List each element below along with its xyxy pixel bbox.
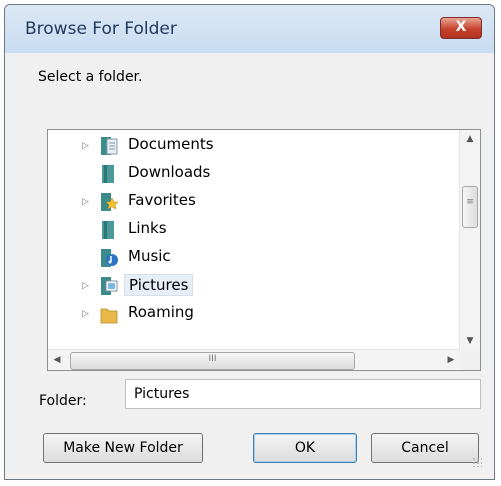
scroll-right-arrow-icon[interactable]: ▶ — [442, 350, 460, 370]
tree-item-label: Roaming — [128, 303, 194, 321]
music-folder-icon — [100, 248, 118, 268]
tree-item-label: Links — [128, 219, 167, 237]
tree-item-music[interactable]: Music — [48, 244, 460, 272]
title-bar[interactable]: Browse For Folder X — [5, 5, 494, 53]
close-icon: X — [455, 19, 467, 35]
dialog-prompt: Select a folder. — [38, 69, 143, 85]
scroll-left-arrow-icon[interactable]: ◀ — [48, 350, 66, 370]
favorites-folder-icon — [100, 192, 119, 212]
documents-folder-icon — [100, 136, 118, 156]
vertical-scrollbar[interactable]: ▲ ≡ ▼ — [459, 130, 480, 350]
vertical-scroll-thumb[interactable]: ≡ — [462, 186, 478, 228]
browse-for-folder-dialog: Browse For Folder X Select a folder. ▷ Do… — [4, 4, 495, 480]
tree-item-links[interactable]: Links — [48, 216, 460, 244]
resize-grip-icon[interactable] — [472, 457, 482, 467]
tree-item-roaming[interactable]: ▷ Roaming — [48, 300, 460, 328]
horizontal-scrollbar[interactable]: ◀ III ▶ — [48, 349, 460, 370]
tree-item-downloads[interactable]: Downloads — [48, 160, 460, 188]
horizontal-scroll-thumb[interactable]: III — [70, 352, 355, 370]
grip-icon: ≡ — [466, 197, 474, 207]
expand-arrow-icon[interactable]: ▷ — [82, 309, 89, 319]
folder-tree[interactable]: ▷ Documents Downloads ▷ Favorites Links Music ▷… — [47, 129, 481, 371]
tree-item-label: Documents — [128, 135, 214, 153]
scrollbar-corner — [460, 350, 480, 370]
tree-item-label: Pictures — [124, 274, 194, 296]
folder-icon — [100, 220, 118, 240]
expand-arrow-icon[interactable]: ▷ — [82, 197, 89, 207]
folder-field[interactable] — [125, 379, 481, 409]
tree-item-label: Downloads — [128, 163, 211, 181]
grip-icon: III — [208, 354, 217, 364]
expand-arrow-icon[interactable]: ▷ — [82, 141, 89, 151]
scroll-up-arrow-icon[interactable]: ▲ — [460, 130, 480, 148]
folder-icon — [100, 164, 118, 184]
tree-item-pictures[interactable]: ▷ Pictures — [48, 272, 460, 300]
ok-button[interactable]: OK — [253, 433, 357, 463]
make-new-folder-button[interactable]: Make New Folder — [43, 433, 203, 463]
folder-icon — [100, 304, 118, 324]
cancel-button[interactable]: Cancel — [371, 433, 479, 463]
expand-arrow-icon[interactable]: ▷ — [82, 281, 89, 291]
tree-item-label: Favorites — [128, 191, 196, 209]
tree-item-label: Music — [128, 247, 171, 265]
window-title: Browse For Folder — [25, 19, 177, 39]
dialog-body: Select a folder. ▷ Documents Downloads ▷ Fav… — [15, 53, 484, 469]
tree-item-favorites[interactable]: ▷ Favorites — [48, 188, 460, 216]
scroll-down-arrow-icon[interactable]: ▼ — [460, 332, 480, 350]
tree-item-documents[interactable]: ▷ Documents — [48, 132, 460, 160]
folder-tree-list: ▷ Documents Downloads ▷ Favorites Links Music ▷… — [48, 130, 460, 350]
close-button[interactable]: X — [440, 17, 482, 39]
pictures-folder-icon — [100, 276, 118, 296]
folder-field-label: Folder: — [39, 393, 87, 409]
